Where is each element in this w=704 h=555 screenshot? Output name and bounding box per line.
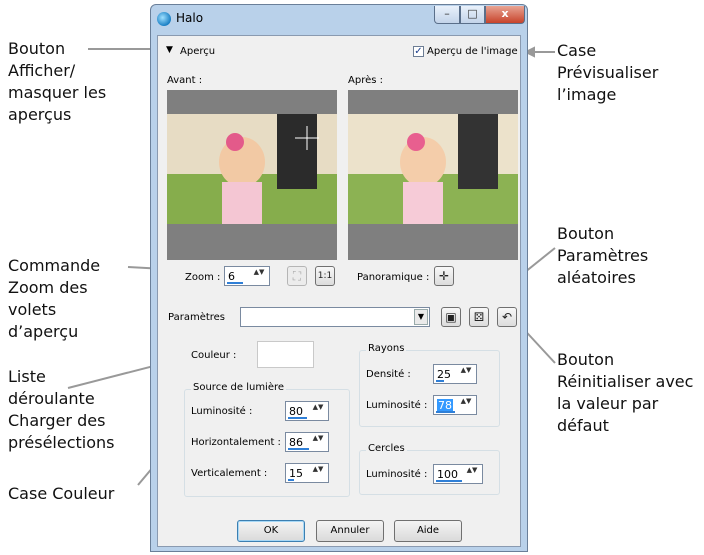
zoom-spin-arrows-icon[interactable]: ▲▼ [250,268,268,284]
rays-brightness-bar [436,411,455,413]
color-swatch[interactable] [257,341,314,368]
rays-brightness-spinner[interactable]: 78 ▲▼ [433,395,477,415]
save-preset-button[interactable]: ▣ [441,307,461,327]
minimize-button[interactable]: – [434,6,460,24]
annotation-color-box: Case Couleur [8,484,115,503]
before-label: Avant : [167,75,203,86]
rays-title: Rayons [366,343,407,354]
annotation-preview-image: Case Prévisualiser l’image [557,41,659,104]
halo-app-icon [157,12,171,26]
circles-title: Cercles [366,443,407,454]
rays-density-label: Densité : [366,369,411,380]
close-button[interactable]: x [485,6,525,24]
rays-brightness-arrows-icon[interactable]: ▲▼ [457,397,475,413]
halo-dialog: Halo – □ x ▼ Aperçu ✓ Aperçu de l'image … [150,4,528,552]
maximize-button[interactable]: □ [460,6,485,24]
light-horizontal-arrows-icon[interactable]: ▲▼ [309,434,327,450]
annotation-random: Bouton Paramètres aléatoires [557,224,649,287]
light-brightness-spinner[interactable]: 80 ▲▼ [285,401,329,421]
light-brightness-bar [288,417,307,419]
help-button[interactable]: Aide [394,520,462,542]
color-label: Couleur : [191,350,237,361]
reset-icon: ↶ [501,310,513,324]
dialog-body: ▼ Aperçu ✓ Aperçu de l'image Avant : Apr… [157,35,521,547]
zoom-value-bar [227,282,243,284]
light-vertical-bar [288,479,294,481]
light-vertical-spinner[interactable]: 15 ▲▼ [285,463,329,483]
before-photo [167,114,337,224]
zoom-fit-button[interactable]: ⛶ [287,266,307,286]
light-vertical-label: Verticalement : [191,468,268,479]
preview-image-checkbox[interactable]: ✓ [413,46,424,57]
randomize-button[interactable]: ⚄ [469,307,489,327]
light-brightness-label: Luminosité : [191,406,253,417]
circles-brightness-bar [436,480,462,482]
circles-brightness-spinner[interactable]: 100 ▲▼ [433,464,483,484]
light-horizontal-label: Horizontalement : [191,437,281,448]
light-brightness-arrows-icon[interactable]: ▲▼ [309,403,327,419]
light-vertical-arrows-icon[interactable]: ▲▼ [309,465,327,481]
rays-density-spinner[interactable]: 25 ▲▼ [433,364,477,384]
rays-brightness-label: Luminosité : [366,400,428,411]
preset-dropdown-arrow-icon[interactable]: ▼ [414,309,428,325]
save-preset-icon: ▣ [445,310,457,324]
rays-group: Rayons [359,343,500,427]
light-horizontal-bar [288,448,309,450]
preview-toggle-label[interactable]: Aperçu [180,46,215,57]
ok-button[interactable]: OK [237,520,305,542]
pan-label: Panoramique : [357,272,430,283]
annotation-reset: Bouton Réinitialiser avec la valeur par … [557,350,694,435]
annotation-toggle-preview: Bouton Afficher/ masquer les aperçus [8,39,107,124]
after-preview-pane[interactable] [348,90,518,260]
light-source-title: Source de lumière [191,382,287,393]
rays-density-arrows-icon[interactable]: ▲▼ [457,366,475,382]
title-bar[interactable]: Halo – □ x [151,5,527,33]
cancel-button[interactable]: Annuler [316,520,384,542]
circles-brightness-label: Luminosité : [366,469,428,480]
window-title: Halo [176,11,204,25]
dice-icon: ⚄ [473,310,485,324]
annotation-zoom: Commande Zoom des volets d’aperçu [8,256,101,341]
move-cross-icon: ✛ [438,269,450,283]
settings-label: Paramètres [168,312,226,323]
zoom-spinner[interactable]: 6 ▲▼ [224,266,270,286]
before-preview-pane[interactable] [167,90,337,260]
pan-button[interactable]: ✛ [434,266,454,286]
zoom-actual-size-button[interactable]: 1:1 [315,266,335,286]
preview-image-label: Aperçu de l'image [427,46,518,57]
zoom-label: Zoom : [185,272,221,283]
after-photo [348,114,518,224]
after-label: Après : [348,75,383,86]
reset-default-button[interactable]: ↶ [497,307,517,327]
toggle-preview-arrow-icon[interactable]: ▼ [166,45,173,55]
preset-dropdown[interactable]: ▼ [240,307,430,327]
rays-density-bar [436,380,444,382]
light-horizontal-spinner[interactable]: 86 ▲▼ [285,432,329,452]
circles-brightness-arrows-icon[interactable]: ▲▼ [463,466,481,482]
annotation-preset-list: Liste déroulante Charger des présélectio… [8,367,115,452]
